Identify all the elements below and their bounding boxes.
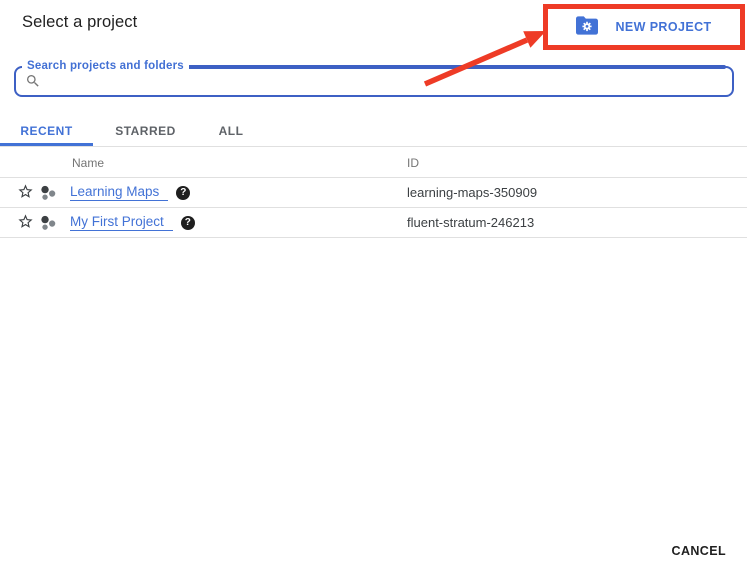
tab-all[interactable]: ALL bbox=[198, 115, 264, 146]
search-field[interactable]: Search projects and folders bbox=[14, 66, 734, 97]
help-icon[interactable]: ? bbox=[176, 186, 190, 200]
cancel-button[interactable]: CANCEL bbox=[672, 544, 726, 558]
tab-bar: RECENT STARRED ALL bbox=[0, 115, 747, 147]
tab-recent-label: RECENT bbox=[20, 124, 72, 138]
active-tab-indicator bbox=[0, 143, 93, 146]
project-icon bbox=[39, 214, 57, 232]
star-outline-icon bbox=[17, 183, 34, 203]
search-icon bbox=[25, 73, 41, 89]
select-project-dialog: Select a project bbox=[0, 0, 747, 582]
star-toggle-button[interactable] bbox=[16, 214, 34, 232]
star-outline-icon bbox=[17, 213, 34, 233]
new-project-button[interactable]: NEW PROJECT bbox=[548, 9, 740, 45]
field-notch-line bbox=[184, 65, 726, 69]
star-toggle-button[interactable] bbox=[16, 184, 34, 202]
help-icon[interactable]: ? bbox=[181, 216, 195, 230]
project-id: fluent-stratum-246213 bbox=[407, 215, 534, 230]
tab-recent[interactable]: RECENT bbox=[0, 115, 93, 146]
new-project-folder-icon bbox=[576, 16, 598, 38]
column-header-name: Name bbox=[72, 156, 104, 170]
annotation-highlight-rect: NEW PROJECT bbox=[543, 4, 745, 50]
project-link[interactable]: My First Project bbox=[70, 214, 173, 231]
tab-starred[interactable]: STARRED bbox=[93, 115, 198, 146]
column-header-id: ID bbox=[407, 156, 419, 170]
projects-table: Name ID Learning Maps ? lear bbox=[0, 147, 747, 238]
new-project-label: NEW PROJECT bbox=[615, 20, 711, 34]
table-header-row: Name ID bbox=[0, 147, 747, 178]
table-row-learning-maps[interactable]: Learning Maps ? learning-maps-350909 bbox=[0, 178, 747, 208]
tab-starred-label: STARRED bbox=[115, 124, 176, 138]
project-icon bbox=[39, 184, 57, 202]
search-field-label: Search projects and folders bbox=[22, 59, 189, 74]
tab-all-label: ALL bbox=[219, 124, 244, 138]
dialog-title: Select a project bbox=[22, 13, 137, 32]
table-row-my-first-project[interactable]: My First Project ? fluent-stratum-246213 bbox=[0, 208, 747, 238]
project-link[interactable]: Learning Maps bbox=[70, 184, 168, 201]
project-id: learning-maps-350909 bbox=[407, 185, 537, 200]
